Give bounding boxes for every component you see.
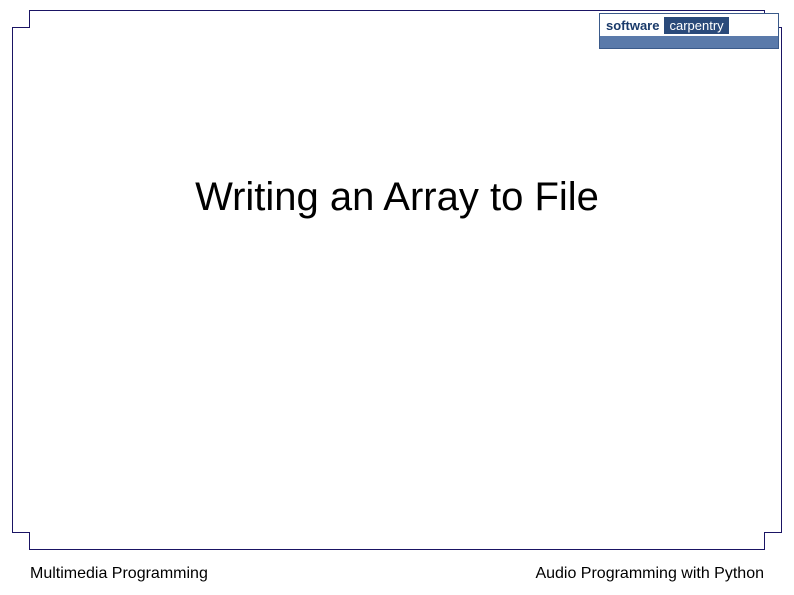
logo-tagline-bar xyxy=(600,36,778,48)
logo-word-software: software xyxy=(606,18,659,33)
footer-right-text: Audio Programming with Python xyxy=(535,565,764,583)
corner-bottom-left xyxy=(12,532,30,550)
logo-top-row: software carpentry xyxy=(600,14,778,36)
logo-word-carpentry: carpentry xyxy=(664,17,728,34)
slide-frame xyxy=(12,10,782,550)
logo-software-carpentry: software carpentry xyxy=(599,13,779,49)
slide-title: Writing an Array to File xyxy=(0,175,794,220)
footer-left-text: Multimedia Programming xyxy=(30,565,208,583)
corner-bottom-right xyxy=(764,532,782,550)
slide-footer: Multimedia Programming Audio Programming… xyxy=(30,565,764,583)
corner-top-left xyxy=(12,10,30,28)
